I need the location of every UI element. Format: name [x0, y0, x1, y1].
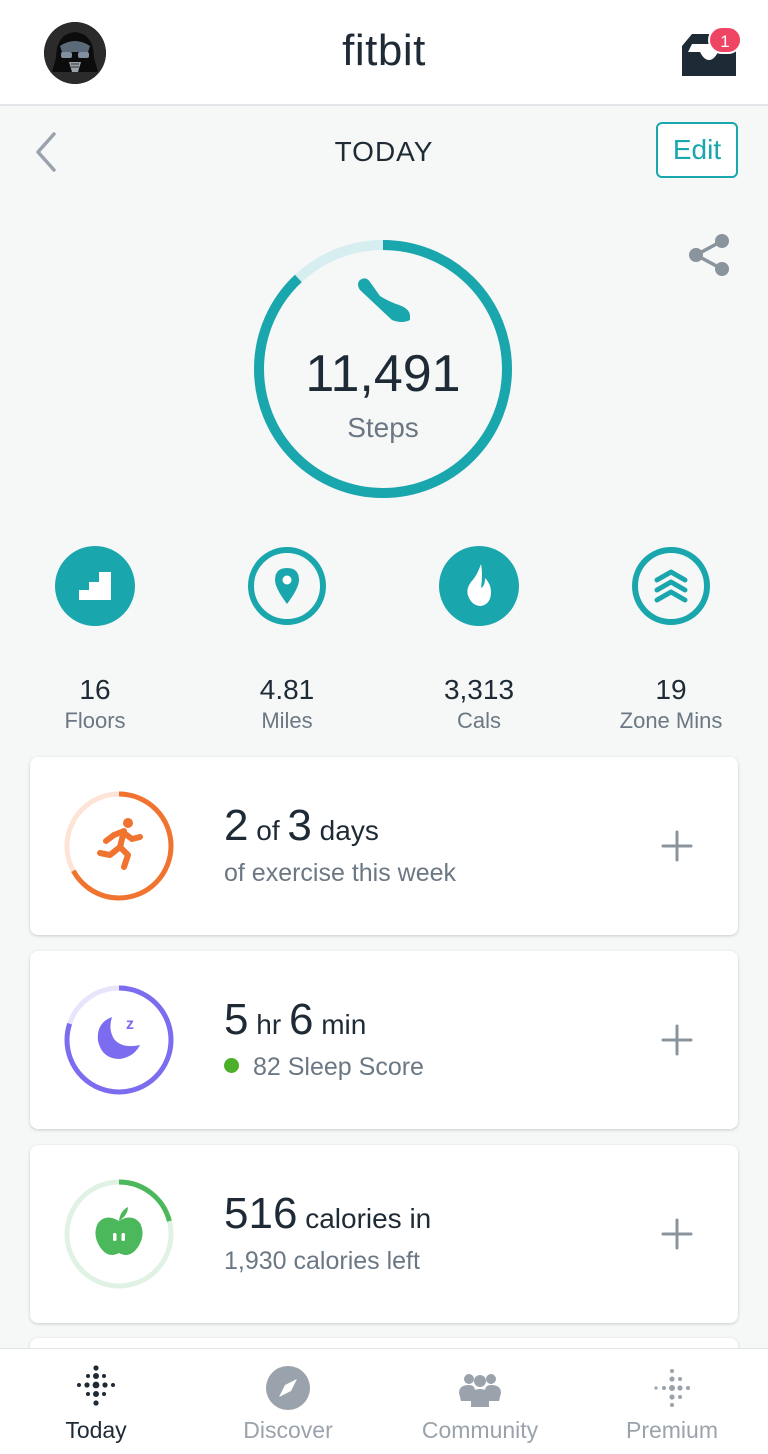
- stat-label: Zone Mins: [619, 708, 723, 733]
- steps-count[interactable]: 11,491: [250, 344, 516, 404]
- stat-label: Floors: [64, 708, 126, 733]
- stat-floors[interactable]: 16 Floors: [0, 544, 190, 734]
- sleep-hours: 5: [224, 995, 249, 1044]
- add-food-icon[interactable]: [660, 1217, 694, 1251]
- bottom-tab-bar: Today Discover Community Premium: [0, 1348, 768, 1454]
- tab-label: Community: [421, 1417, 539, 1443]
- exercise-unit: days: [311, 815, 379, 846]
- stat-value: 16: [79, 674, 111, 705]
- edit-button[interactable]: Edit: [656, 122, 738, 178]
- stat-value: 4.81: [259, 674, 315, 705]
- tab-label: Today: [65, 1417, 127, 1443]
- today-dots-icon: [77, 1365, 115, 1406]
- add-sleep-icon[interactable]: [660, 1023, 694, 1057]
- fitbit-logo: fitbit: [342, 26, 426, 75]
- sleep-min-unit: min: [313, 1009, 367, 1040]
- calories-in: 516: [224, 1189, 298, 1238]
- notification-badge: 1: [708, 26, 742, 54]
- compass-icon: [266, 1366, 310, 1410]
- tab-label: Discover: [243, 1417, 333, 1443]
- stat-label: Miles: [261, 708, 313, 733]
- calories-in-unit: calories in: [297, 1203, 432, 1234]
- exercise-goal: 3: [287, 801, 312, 850]
- stat-value: 19: [655, 674, 687, 705]
- exercise-of: of: [248, 815, 288, 846]
- premium-dots-icon: [654, 1369, 690, 1407]
- runner-icon: [97, 818, 143, 870]
- flame-icon: [439, 546, 519, 626]
- apple-icon: [95, 1207, 143, 1255]
- tab-discover[interactable]: Discover: [192, 1349, 384, 1454]
- stat-miles[interactable]: 4.81 Miles: [192, 544, 382, 734]
- shoe-icon: [358, 278, 410, 322]
- stat-label: Cals: [456, 708, 501, 733]
- exercise-subtitle: of exercise this week: [224, 859, 457, 887]
- exercise-done: 2: [224, 801, 249, 850]
- tab-today[interactable]: Today: [0, 1349, 192, 1454]
- calories-left: 1,930 calories left: [224, 1247, 420, 1275]
- sleep-progress-ring: z: [64, 985, 174, 1095]
- food-card[interactable]: 516 calories in 1,930 calories left: [30, 1145, 738, 1323]
- sleep-minutes: 6: [288, 995, 314, 1044]
- stairs-icon: [55, 546, 135, 626]
- exercise-summary: 2 of 3 days: [224, 801, 379, 851]
- location-pin-icon: [248, 547, 326, 625]
- share-icon[interactable]: [686, 232, 732, 278]
- sleep-card[interactable]: z 5 hr 6 min 82 Sleep Score: [30, 951, 738, 1129]
- food-progress-ring: [64, 1179, 174, 1289]
- food-summary: 516 calories in: [224, 1189, 431, 1239]
- app-header: fitbit 1: [0, 0, 768, 106]
- sleep-summary: 5 hr 6 min: [224, 995, 366, 1045]
- exercise-card[interactable]: 2 of 3 days of exercise this week: [30, 757, 738, 935]
- zone-chevrons-icon: [632, 547, 710, 625]
- zz-icon: z: [126, 1016, 134, 1033]
- tab-premium[interactable]: Premium: [576, 1349, 768, 1454]
- steps-label: Steps: [347, 412, 419, 443]
- exercise-progress-ring: [64, 791, 174, 901]
- date-navigation-bar: TODAY Edit: [0, 108, 768, 198]
- sleep-score-line: 82 Sleep Score: [224, 1053, 424, 1082]
- sleep-score-dot: [224, 1058, 239, 1073]
- add-exercise-icon[interactable]: [660, 829, 694, 863]
- community-icon: [459, 1374, 501, 1407]
- stat-calories[interactable]: 3,313 Cals: [384, 544, 574, 734]
- sleep-score: 82 Sleep Score: [253, 1053, 424, 1081]
- stat-value: 3,313: [443, 674, 515, 705]
- stat-zone-minutes[interactable]: 19 Zone Mins: [576, 544, 766, 734]
- tab-label: Premium: [625, 1417, 718, 1443]
- sleep-hr-unit: hr: [248, 1009, 289, 1040]
- page-title: TODAY: [334, 136, 434, 167]
- tab-community[interactable]: Community: [384, 1349, 576, 1454]
